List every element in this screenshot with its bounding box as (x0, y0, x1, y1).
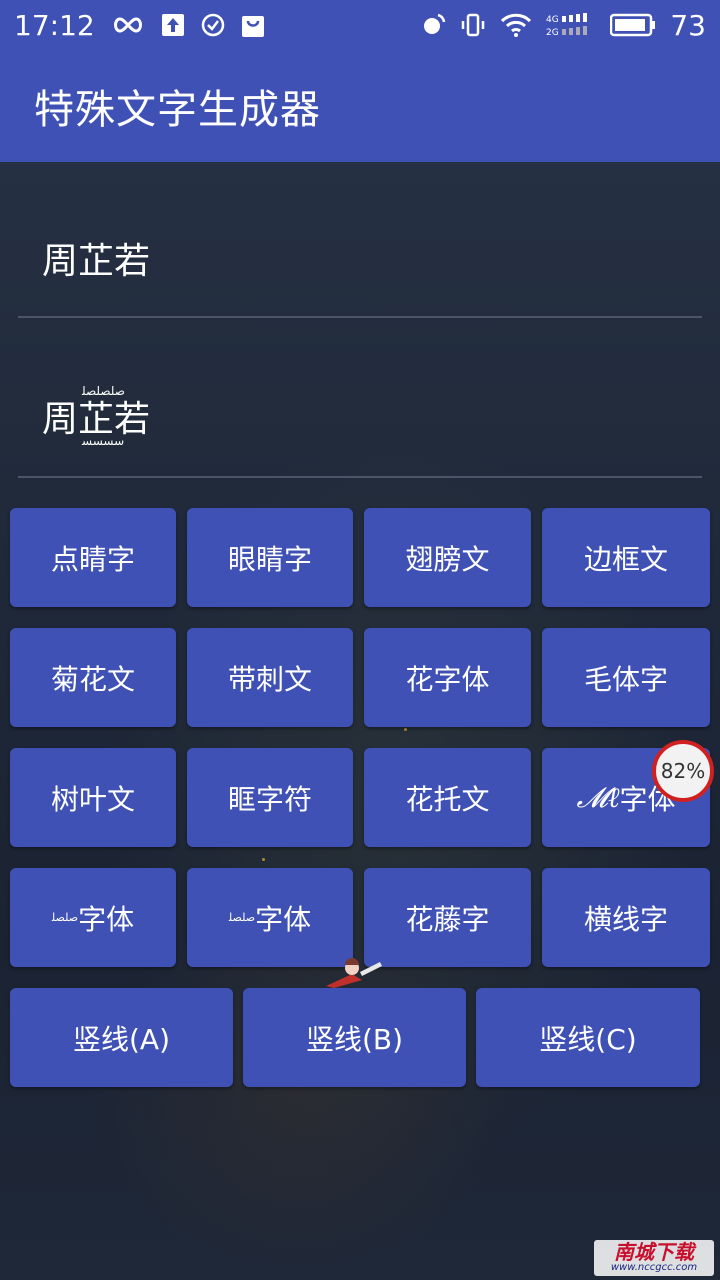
wifi-icon (500, 12, 532, 38)
battery-level: 73 (670, 8, 706, 42)
page-title: 特殊文字生成器 (34, 87, 321, 133)
style-button-maotizi[interactable]: 毛体字 (542, 628, 710, 727)
ml-prefix: 𝓜ℓ (576, 780, 620, 814)
signal-icon: 4G 2G (546, 12, 596, 38)
styled-decor-top: ﺻﻠﺼﻠﺼﻠ (82, 384, 126, 398)
check-circle-icon (201, 13, 225, 37)
upload-icon (161, 13, 185, 37)
name-input[interactable]: 周芷若 (18, 200, 702, 318)
status-time: 17:12 (14, 8, 95, 42)
arabic-prefix: ﺻﻠﺼﻠ (228, 911, 256, 924)
arabic-prefix: ﺻﻠﺼﻠ (51, 911, 79, 924)
style-button-shuxian-c[interactable]: 竖线(C) (476, 988, 700, 1087)
styled-output-text: ﺻﻠﺼﻠﺼﻠ 周芷若 ﺳﺴﺴﺴ (42, 384, 150, 448)
arabic-font-label: 字体 (78, 902, 135, 936)
watermark-logo: 南城下载 www.nccgcc.com (594, 1240, 714, 1276)
style-button-daici[interactable]: 带刺文 (187, 628, 353, 727)
alarm-icon (420, 12, 446, 38)
style-button-biankuang[interactable]: 边框文 (542, 508, 710, 607)
badge-percent: 82% (660, 759, 706, 783)
style-button-huaziti[interactable]: 花字体 (364, 628, 531, 727)
style-button-huateng[interactable]: 花藤字 (364, 868, 531, 967)
cartoon-character-icon (322, 958, 386, 988)
name-input-value: 周芷若 (42, 241, 151, 282)
style-button-hengxian[interactable]: 横线字 (542, 868, 710, 967)
memory-boost-badge[interactable]: 82% (652, 740, 714, 802)
watermark-main: 南城下载 (614, 1240, 694, 1264)
style-button-juhua[interactable]: 菊花文 (10, 628, 176, 727)
style-button-dianjing[interactable]: 点睛字 (10, 508, 176, 607)
bag-icon (241, 12, 265, 38)
spark (262, 858, 265, 861)
style-button-arabic-font-2[interactable]: ﺻﻠﺼﻠ 字体 (187, 868, 353, 967)
style-button-chibang[interactable]: 翅膀文 (364, 508, 531, 607)
style-button-huatuo[interactable]: 花托文 (364, 748, 531, 847)
infinity-icon (111, 15, 145, 35)
app-bar: 特殊文字生成器 (0, 50, 720, 162)
style-button-arabic-font-1[interactable]: ﺻﻠﺼﻠ 字体 (10, 868, 176, 967)
style-button-shuxian-b[interactable]: 竖线(B) (243, 988, 466, 1087)
style-button-yanjing[interactable]: 眼睛字 (187, 508, 353, 607)
style-button-kuangzifu[interactable]: 眶字符 (187, 748, 353, 847)
status-bar: 17:12 4G 2G 73 (0, 0, 720, 50)
style-button-shuye[interactable]: 树叶文 (10, 748, 176, 847)
watermark-url: www.nccgcc.com (610, 1262, 698, 1273)
arabic-font-label: 字体 (255, 902, 312, 936)
spark (404, 728, 407, 731)
styled-decor-bottom: ﺳﺴﺴﺴ (82, 434, 125, 448)
styled-output-field[interactable]: ﺻﻠﺼﻠﺼﻠ 周芷若 ﺳﺴﺴﺴ (18, 356, 702, 478)
vibrate-icon (460, 12, 486, 38)
svg-text:2G: 2G (546, 28, 559, 38)
battery-icon (610, 12, 656, 38)
svg-text:4G: 4G (546, 15, 559, 25)
style-button-shuxian-a[interactable]: 竖线(A) (10, 988, 233, 1087)
